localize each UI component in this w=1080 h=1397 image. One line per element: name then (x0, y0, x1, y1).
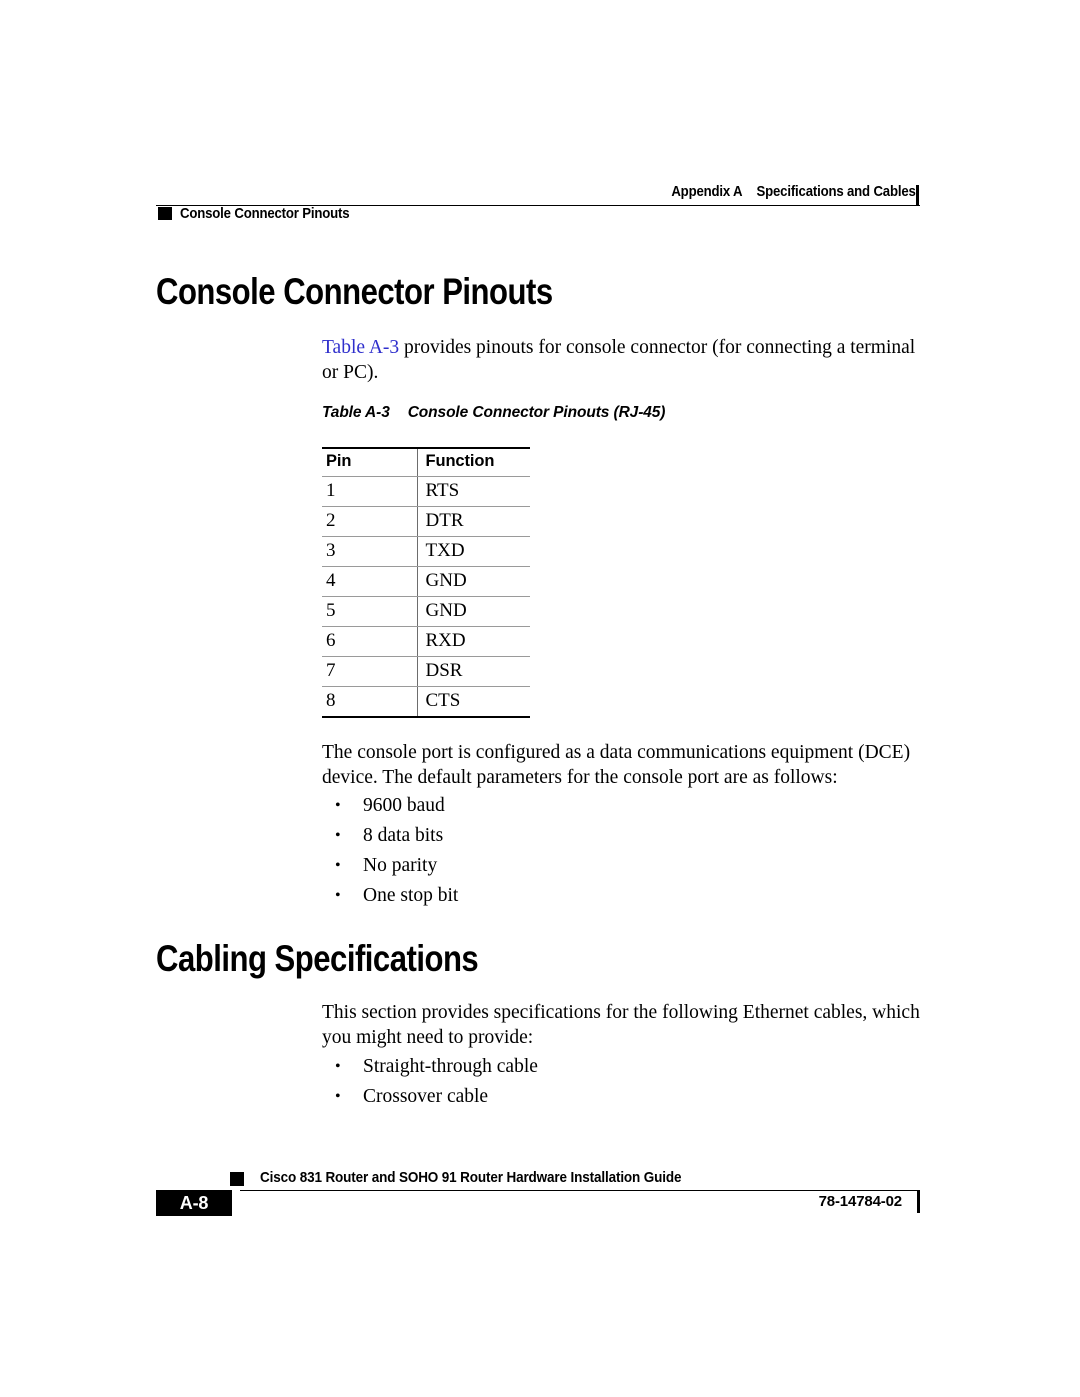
column-header-function: Function (416, 447, 530, 477)
cell-function: CTS (416, 686, 530, 718)
cell-pin: 8 (322, 686, 417, 718)
table-a3-cross-reference-link[interactable]: Table A-3 (322, 337, 399, 358)
footer-document-title: Cisco 831 Router and SOHO 91 Router Hard… (260, 1169, 682, 1186)
cell-function: TXD (416, 536, 530, 567)
table-row: 5 GND (322, 596, 530, 627)
footer-bullet-square-icon (230, 1172, 244, 1186)
cell-pin: 5 (322, 596, 417, 627)
cabling-intro-block: This section provides specifications for… (322, 1001, 922, 1050)
footer-page-number: A-8 (179, 1193, 209, 1213)
cell-function: GND (416, 596, 530, 627)
console-pinout-table: Pin Function 1 RTS 2 DTR 3 TXD 4 GND 5 G… (322, 447, 530, 718)
list-item: 9600 baud (335, 791, 458, 821)
footer-document-number: 78-14784-02 (818, 1193, 903, 1210)
header-appendix-title: Specifications and Cables (756, 183, 916, 200)
cabling-intro-paragraph: This section provides specifications for… (322, 1002, 920, 1048)
cell-pin: 2 (322, 506, 417, 537)
table-row: 4 GND (322, 566, 530, 597)
cell-pin: 1 (322, 476, 417, 507)
table-caption-title: Console Connector Pinouts (RJ-45) (407, 404, 666, 421)
page-footer: Cisco 831 Router and SOHO 91 Router Hard… (156, 1168, 920, 1228)
section-heading-cabling-specifications: Cabling Specifications (156, 938, 479, 979)
header-appendix-label: Appendix A (671, 183, 743, 200)
header-running-title: Console Connector Pinouts (180, 205, 350, 222)
cell-function: RTS (416, 476, 530, 507)
header-appendix-info: Appendix A Specifications and Cables (671, 183, 917, 200)
cell-function: DTR (416, 506, 530, 537)
table-row: 3 TXD (322, 536, 530, 567)
list-item: One stop bit (335, 881, 458, 911)
cabling-list: Straight-through cable Crossover cable (335, 1052, 538, 1112)
header-bullet-square-icon (158, 207, 172, 220)
cell-pin: 6 (322, 626, 417, 657)
cell-function: DSR (416, 656, 530, 687)
list-item: 8 data bits (335, 821, 458, 851)
table-row: 2 DTR (322, 506, 530, 537)
header-change-bar (916, 185, 919, 206)
list-item: Crossover cable (335, 1082, 538, 1112)
console-intro-paragraph: Table A-3 provides pinouts for console c… (322, 336, 922, 385)
cell-function: RXD (416, 626, 530, 657)
table-row: 8 CTS (322, 686, 530, 718)
table-row: 1 RTS (322, 476, 530, 507)
list-item: No parity (335, 851, 458, 881)
console-intro-block: Table A-3 provides pinouts for console c… (322, 336, 922, 385)
section-heading-console-connector-pinouts: Console Connector Pinouts (156, 271, 553, 312)
cell-pin: 7 (322, 656, 417, 687)
column-header-pin: Pin (322, 447, 417, 477)
table-caption: Table A-3 Console Connector Pinouts (RJ-4… (322, 404, 665, 422)
console-intro-text: provides pinouts for console connector (… (322, 337, 916, 383)
console-defaults-list: 9600 baud 8 data bits No parity One stop… (335, 791, 458, 911)
console-port-paragraph: The console port is configured as a data… (322, 742, 911, 788)
table-row: 6 RXD (322, 626, 530, 657)
cell-pin: 3 (322, 536, 417, 567)
table-caption-number: Table A-3 (322, 404, 390, 421)
footer-change-bar (917, 1191, 920, 1213)
footer-rule (240, 1190, 920, 1191)
list-item: Straight-through cable (335, 1052, 538, 1082)
table-header-row: Pin Function (322, 447, 530, 477)
cell-pin: 4 (322, 566, 417, 597)
table-row: 7 DSR (322, 656, 530, 687)
console-port-params-block: The console port is configured as a data… (322, 741, 922, 790)
running-header: Appendix A Specifications and Cables Cons… (156, 183, 920, 225)
document-page: Appendix A Specifications and Cables Cons… (0, 0, 1080, 1397)
cell-function: GND (416, 566, 530, 597)
